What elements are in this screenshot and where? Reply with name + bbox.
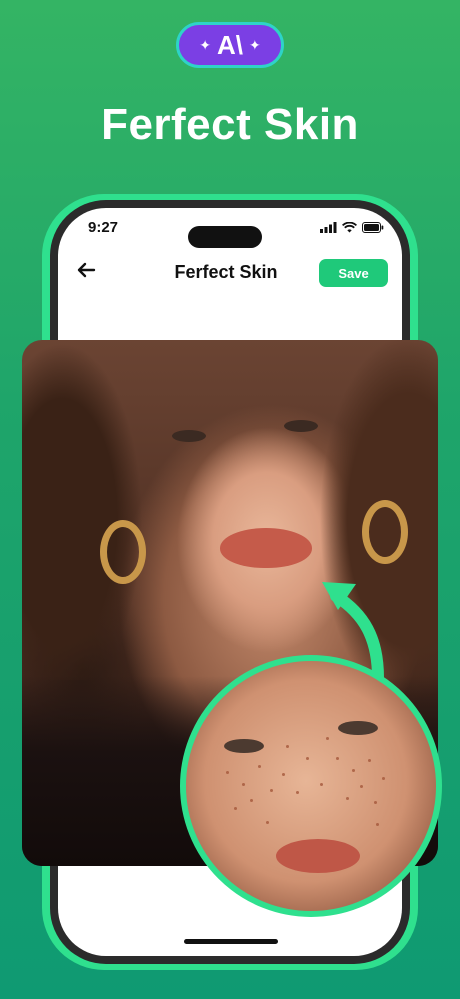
left-eye <box>172 430 206 442</box>
freckle <box>336 757 339 760</box>
freckle <box>360 785 363 788</box>
freckle <box>266 821 269 824</box>
home-indicator[interactable] <box>184 939 278 944</box>
freckle <box>352 769 355 772</box>
freckle <box>234 807 237 810</box>
freckle <box>376 823 379 826</box>
dynamic-island <box>188 226 262 248</box>
before-zoom-circle <box>180 655 442 917</box>
status-time: 9:27 <box>88 219 119 236</box>
sparkle-icon: ✦ <box>199 36 211 53</box>
hair-left <box>22 340 142 680</box>
freckle <box>296 791 299 794</box>
zoom-left-eye <box>224 739 264 753</box>
freckle <box>382 777 385 780</box>
battery-icon <box>362 222 384 233</box>
freckle <box>306 757 309 760</box>
wifi-icon <box>342 222 357 233</box>
zoom-lips <box>276 839 360 873</box>
right-eye <box>284 420 318 432</box>
freckle <box>270 789 273 792</box>
freckle <box>286 745 289 748</box>
freckle <box>258 765 261 768</box>
status-icons <box>320 222 384 233</box>
nav-title: Ferfect Skin <box>174 262 278 282</box>
back-arrow-icon[interactable] <box>76 260 100 284</box>
freckle <box>326 737 329 740</box>
earring-left <box>100 520 146 584</box>
earring-right <box>362 500 408 564</box>
sparkle-icon: ✦ <box>249 36 261 53</box>
freckle <box>226 771 229 774</box>
ai-badge: ✦ A\ ✦ <box>176 22 284 68</box>
lips <box>220 528 312 568</box>
freckle <box>282 773 285 776</box>
save-button[interactable]: Save <box>319 259 388 287</box>
freckle <box>250 799 253 802</box>
freckle <box>242 783 245 786</box>
zoom-right-eye <box>338 721 378 735</box>
signal-icon <box>320 222 337 233</box>
ai-badge-label: A\ <box>217 29 243 60</box>
freckle <box>374 801 377 804</box>
freckle <box>346 797 349 800</box>
page-title: Ferfect Skin <box>101 100 359 149</box>
freckle <box>320 783 323 786</box>
freckle <box>368 759 371 762</box>
